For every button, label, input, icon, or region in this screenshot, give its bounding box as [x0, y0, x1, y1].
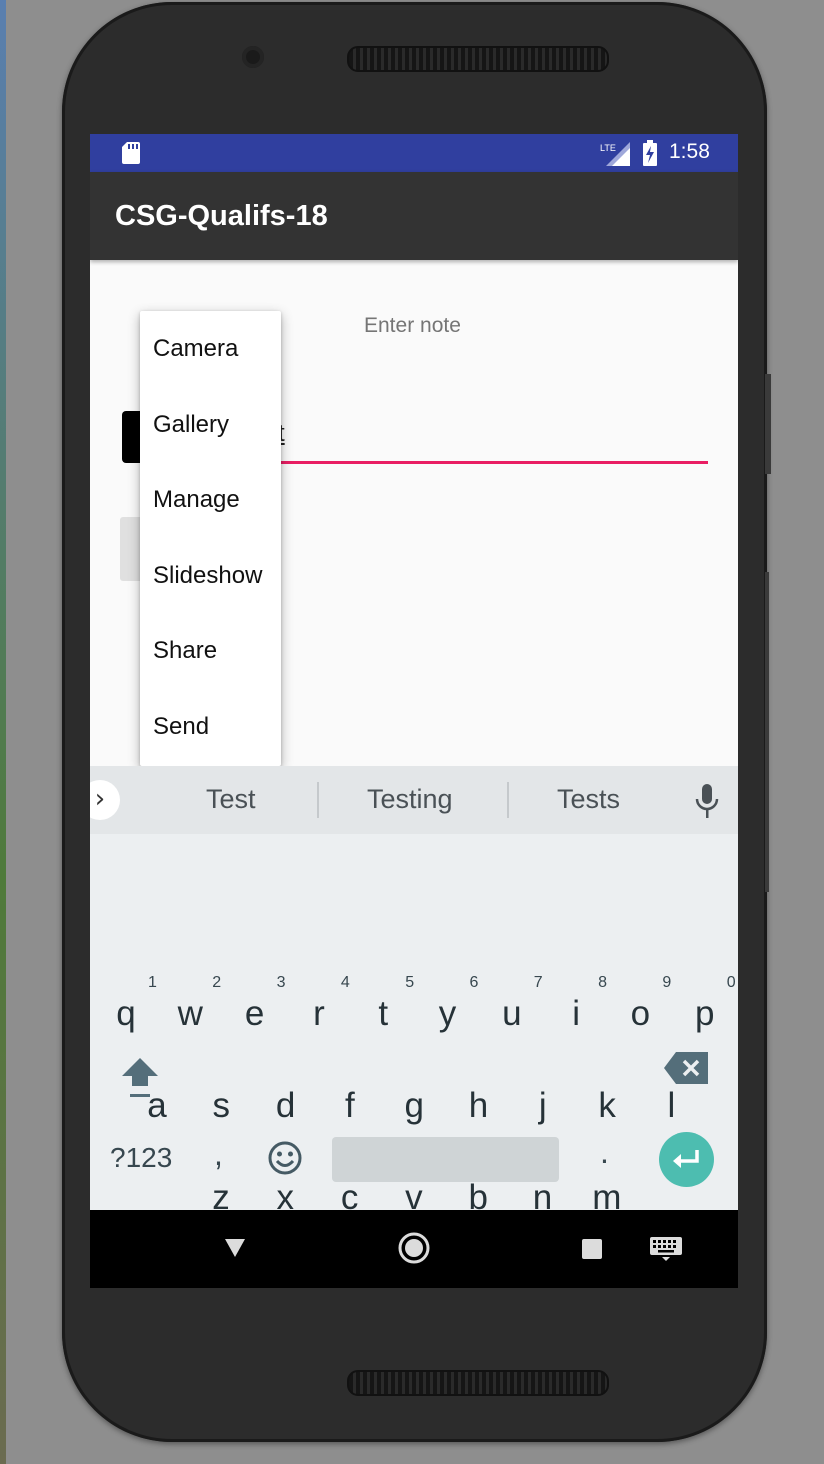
emoji-icon[interactable]	[267, 1140, 303, 1176]
key-hint-5: 5	[405, 974, 415, 991]
enter-key[interactable]	[659, 1132, 714, 1187]
suggestion-bar: › Test Testing Tests	[90, 766, 738, 834]
key-hint-4: 4	[340, 974, 350, 991]
space-key[interactable]	[332, 1137, 559, 1182]
front-camera	[242, 46, 264, 68]
key-hint-1: 1	[148, 974, 157, 991]
lte-signal-icon: LTE	[600, 142, 630, 166]
symbols-key[interactable]: ?123	[110, 1142, 172, 1174]
suggestion-divider	[507, 782, 509, 818]
key-hint-3: 3	[276, 974, 286, 991]
menu-item-gallery[interactable]: Gallery	[140, 387, 281, 463]
suggestion-2[interactable]: Testing	[367, 784, 453, 815]
menu-item-camera[interactable]: Camera	[140, 311, 281, 387]
mic-icon[interactable]	[694, 784, 720, 818]
key-u[interactable]: u	[480, 994, 544, 1034]
key-g[interactable]: g	[382, 1086, 446, 1126]
key-d[interactable]: d	[254, 1086, 318, 1126]
app-bar: CSG-Qualifs-18	[90, 172, 738, 260]
back-icon[interactable]	[224, 1237, 246, 1259]
app-title: CSG-Qualifs-18	[115, 200, 328, 232]
menu-item-send[interactable]: Send	[140, 689, 281, 765]
key-hint-9: 9	[662, 974, 672, 991]
soft-keyboard: › Test Testing Tests q 1w 2e 3r 4t 5y 6u 7i 8o 9p…	[90, 766, 738, 1217]
comma-key[interactable]: ,	[214, 1136, 223, 1173]
top-speaker	[347, 46, 609, 72]
enter-icon	[673, 1150, 699, 1168]
menu-item-slideshow[interactable]: Slideshow	[140, 538, 281, 614]
backspace-icon[interactable]	[664, 1052, 708, 1084]
status-time: 1:58	[669, 140, 710, 163]
side-edge	[765, 572, 769, 892]
key-w[interactable]: w	[158, 994, 222, 1034]
bottom-speaker	[347, 1370, 609, 1396]
keyboard-switch-icon[interactable]	[650, 1237, 682, 1261]
key-e[interactable]: e	[223, 994, 287, 1034]
period-key[interactable]: .	[600, 1134, 609, 1171]
lte-label: LTE	[600, 143, 616, 153]
key-r[interactable]: r	[287, 994, 351, 1034]
key-s[interactable]: s	[189, 1086, 253, 1126]
device-screen: LTE 1:58 CSG-Qualifs-18 Enter note t Cam…	[90, 134, 738, 1288]
key-hint-8: 8	[598, 974, 607, 991]
key-j[interactable]: j	[511, 1086, 575, 1126]
key-hint-2: 2	[212, 974, 222, 991]
key-t[interactable]: t	[351, 994, 415, 1034]
battery-charging-icon	[643, 140, 657, 166]
volume-button	[765, 374, 771, 474]
key-hint-6: 6	[469, 974, 479, 991]
nav-bar	[90, 1210, 738, 1288]
key-k[interactable]: k	[575, 1086, 639, 1126]
popup-menu: Camera Gallery Manage Slideshow Share Se…	[140, 311, 281, 766]
note-input[interactable]: t	[240, 404, 708, 464]
key-hint-0: 0	[726, 974, 736, 991]
note-label: Enter note	[364, 314, 461, 337]
key-f[interactable]: f	[318, 1086, 382, 1126]
input-underline	[240, 461, 708, 464]
recents-icon[interactable]	[582, 1239, 602, 1259]
shift-icon[interactable]	[118, 1054, 162, 1098]
key-h[interactable]: h	[447, 1086, 511, 1126]
suggestion-1[interactable]: Test	[206, 784, 256, 815]
key-o[interactable]: o	[608, 994, 672, 1034]
suggestion-3[interactable]: Tests	[557, 784, 620, 815]
desktop-backdrop	[0, 0, 6, 1464]
sd-card-icon	[122, 142, 140, 164]
key-p[interactable]: p	[673, 994, 737, 1034]
key-l[interactable]: l	[639, 1086, 703, 1126]
home-icon[interactable]	[398, 1232, 430, 1264]
key-y[interactable]: y	[416, 994, 480, 1034]
menu-item-manage[interactable]: Manage	[140, 462, 281, 538]
menu-item-share[interactable]: Share	[140, 613, 281, 689]
key-q[interactable]: q	[94, 994, 158, 1034]
expand-toolbar-button[interactable]: ›	[90, 780, 120, 820]
suggestion-divider	[317, 782, 319, 818]
status-bar: LTE 1:58	[90, 134, 738, 172]
key-i[interactable]: i	[544, 994, 608, 1034]
key-hint-7: 7	[533, 974, 543, 991]
